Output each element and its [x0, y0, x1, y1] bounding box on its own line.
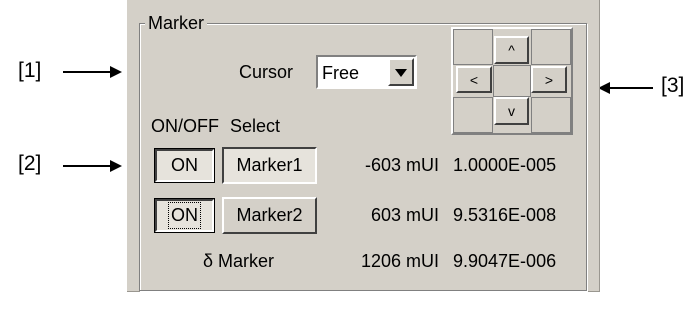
right-button[interactable]: > [531, 66, 567, 93]
callout-2: [2] [18, 152, 42, 175]
marker2-select-button[interactable]: Marker2 [222, 197, 317, 234]
marker1-position: -603 mUI [364, 155, 439, 175]
cursor-label: Cursor [239, 62, 294, 82]
marker1-value: 1.0000E-005 [453, 155, 557, 175]
marker2-value: 9.5316E-008 [453, 205, 557, 225]
delta-value: 9.9047E-006 [453, 251, 557, 271]
cursor-dropdown[interactable]: Free [316, 55, 417, 89]
callout-1: [1] [18, 59, 42, 82]
callout-3: [3] [661, 74, 685, 97]
arrow-right-icon [63, 66, 122, 78]
delta-marker-label: δ Marker [203, 251, 275, 271]
down-button[interactable]: v [494, 97, 529, 125]
marker2-toggle-button[interactable]: ON [154, 198, 215, 233]
arrow-left-icon [598, 82, 653, 94]
select-header: Select [230, 116, 281, 136]
group-title: Marker [145, 13, 208, 34]
delta-position: 1206 mUI [360, 251, 439, 271]
marker1-toggle-button[interactable]: ON [154, 148, 215, 183]
navigation-pad: ^ < > v [451, 27, 573, 135]
left-button[interactable]: < [456, 66, 492, 93]
marker-panel: Marker Cursor Free ^ < > v ON/OFF Select… [127, 0, 600, 292]
cursor-value: Free [322, 63, 360, 83]
marker2-position: 603 mUI [370, 205, 439, 225]
onoff-header: ON/OFF [151, 116, 219, 136]
arrow-right-icon [63, 160, 122, 172]
up-button[interactable]: ^ [494, 36, 529, 64]
chevron-down-icon[interactable] [388, 58, 414, 86]
marker1-select-button[interactable]: Marker1 [222, 147, 317, 184]
